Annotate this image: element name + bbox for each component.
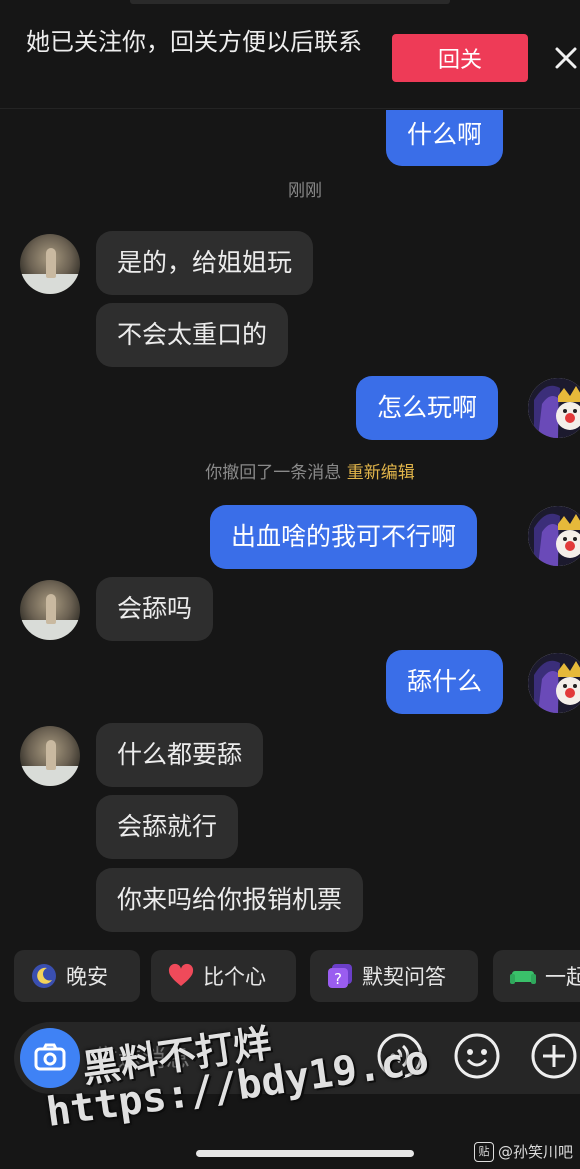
svg-text:?: ?: [334, 970, 342, 988]
my-message-bubble[interactable]: 出血啥的我可不行啊: [210, 505, 478, 569]
quick-reply-label: 一起: [545, 965, 580, 989]
quick-reply-heart[interactable]: 比个心: [151, 950, 296, 1002]
moon-icon: [30, 962, 58, 990]
my-avatar[interactable]: [528, 506, 580, 566]
quick-reply-label: 默契问答: [362, 965, 446, 989]
status-bar-edge: [130, 0, 450, 4]
plus-icon[interactable]: [530, 1032, 578, 1080]
camera-icon: [34, 1043, 66, 1071]
banner-text: 她已关注你，回关方便以后联系: [26, 28, 362, 56]
my-message-bubble[interactable]: 什么啊: [386, 110, 504, 166]
joker-avatar-icon: [528, 653, 580, 713]
my-message-bubble[interactable]: 舔什么: [386, 650, 504, 714]
her-message-bubble[interactable]: 你来吗给你报销机票: [96, 868, 364, 932]
her-message-bubble[interactable]: 是的，给姐姐玩: [96, 231, 314, 295]
timestamp: 刚刚: [288, 181, 322, 201]
heart-icon: [167, 962, 195, 990]
quick-reply-quiz[interactable]: ? 默契问答: [310, 950, 478, 1002]
joker-avatar-icon: [528, 378, 580, 438]
home-indicator[interactable]: [196, 1150, 414, 1157]
source-tag-text: @孙笑川吧: [498, 1143, 574, 1161]
quick-reply-label: 晚安: [66, 965, 108, 989]
re-edit-link[interactable]: 重新编辑: [347, 463, 415, 483]
her-message-bubble[interactable]: 会舔吗: [96, 577, 214, 641]
tieba-logo-icon: 贴: [474, 1141, 494, 1162]
sofa-icon: [509, 962, 537, 990]
camera-button[interactable]: [20, 1028, 80, 1088]
her-message-bubble[interactable]: 会舔就行: [96, 795, 239, 859]
chat-thread: 什么啊 刚刚 是的，给姐姐玩 不会太重口的 怎么玩啊 你撤回了一条消息 重新编辑…: [0, 108, 580, 943]
contact-avatar[interactable]: [20, 726, 80, 786]
quick-reply-together[interactable]: 一起: [493, 950, 580, 1002]
recall-notice: 你撤回了一条消息 重新编辑: [150, 458, 470, 483]
contact-avatar[interactable]: [20, 234, 80, 294]
her-message-bubble[interactable]: 什么都要舔: [96, 723, 264, 787]
my-message-bubble[interactable]: 怎么玩啊: [356, 376, 499, 440]
my-avatar[interactable]: [528, 378, 580, 438]
contact-avatar[interactable]: [20, 580, 80, 640]
source-tag: 贴 @孙笑川吧: [474, 1141, 573, 1162]
quick-reply-goodnight[interactable]: 晚安: [14, 950, 140, 1002]
recall-notice-text: 你撤回了一条消息: [205, 463, 342, 483]
close-icon[interactable]: [553, 44, 579, 72]
follow-back-button[interactable]: 回关: [392, 34, 528, 82]
quick-reply-label: 比个心: [203, 965, 266, 989]
my-avatar[interactable]: [528, 653, 580, 713]
emoji-icon[interactable]: [453, 1032, 501, 1080]
joker-avatar-icon: [528, 506, 580, 566]
her-message-bubble[interactable]: 不会太重口的: [96, 303, 289, 367]
question-icon: ?: [326, 962, 354, 990]
